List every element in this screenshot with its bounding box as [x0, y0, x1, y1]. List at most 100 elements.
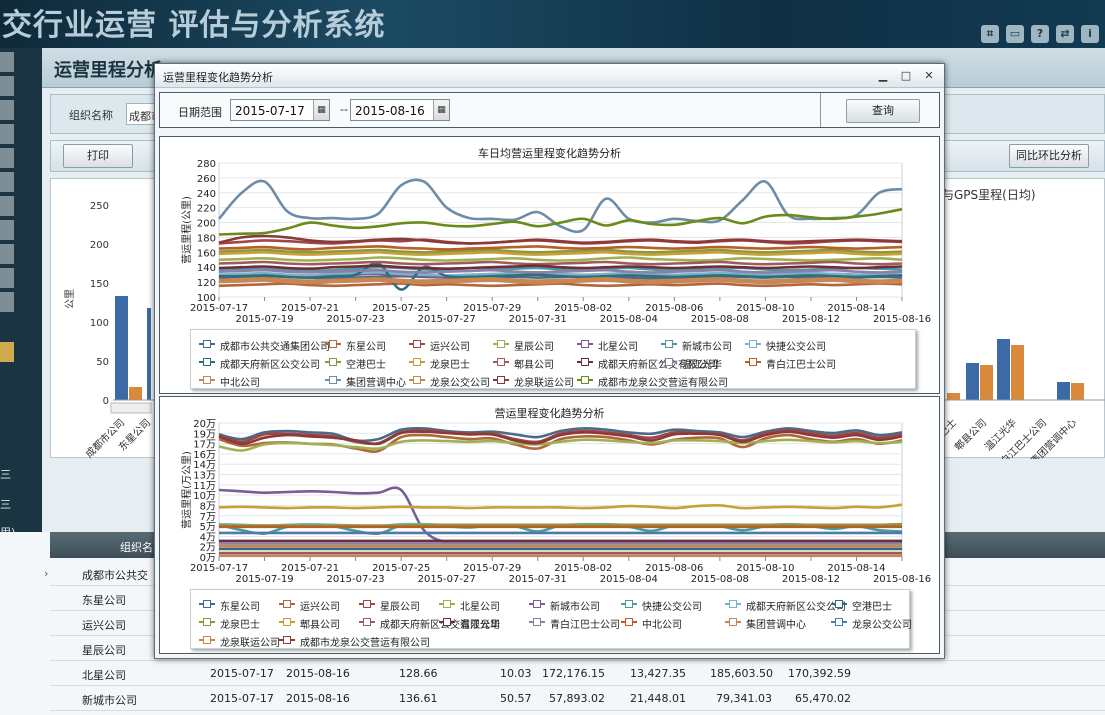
nav-tab[interactable]	[0, 76, 14, 96]
query-button[interactable]: 查询	[846, 99, 920, 123]
x-tick-label: 2015-08-12	[782, 314, 840, 325]
bg-bar	[115, 296, 128, 400]
y-tick-label: 2万	[200, 543, 216, 554]
row-org-name: 星辰公司	[82, 644, 126, 657]
bg-y-tick: 0	[103, 396, 109, 407]
start-date-value: 2015-07-17	[235, 104, 305, 118]
x-tick-label: 2015-08-06	[645, 303, 703, 314]
legend-label: 郫县公司	[514, 360, 554, 371]
bg-y-tick: 50	[96, 357, 109, 368]
legend-label: 龙泉公交公司	[852, 620, 912, 631]
x-tick-label: 2015-07-19	[235, 314, 293, 325]
x-tick-label: 2015-07-21	[281, 303, 339, 314]
x-tick-label: 2015-07-23	[327, 314, 385, 325]
nav-tab[interactable]	[0, 244, 14, 264]
org-filter-label: 组织名称	[69, 109, 113, 122]
query-bar: 日期范围 2015-07-17 ▦ -- 2015-08-16 ▦ 查询	[159, 92, 940, 128]
x-tick-label: 2015-07-31	[509, 314, 567, 325]
legend-swatch	[725, 617, 741, 627]
start-date-input[interactable]: 2015-07-17 ▦	[230, 99, 330, 121]
end-date-input[interactable]: 2015-08-16 ▦	[350, 99, 450, 121]
x-tick-label: 2015-07-17	[190, 303, 248, 314]
nav-tab-active[interactable]	[0, 342, 14, 362]
legend-label: 龙泉公交公司	[430, 378, 490, 389]
y-tick-label: 280	[197, 159, 216, 170]
end-date-value: 2015-08-16	[355, 104, 425, 118]
legend-label: 成都市公共交通集团公司	[220, 342, 330, 353]
x-tick-label: 2015-07-19	[235, 574, 293, 585]
nav-tab[interactable]	[0, 268, 14, 288]
row-value: 170,392.59	[788, 667, 851, 680]
legend-swatch	[577, 375, 593, 385]
y-tick-label: 140	[197, 263, 216, 274]
legend-label: 东星公司	[346, 342, 386, 353]
row-value: 21,448.01	[630, 692, 686, 705]
close-button[interactable]: ✕	[921, 68, 937, 84]
swap-icon[interactable]: ⇄	[1056, 25, 1074, 43]
y-tick-label: 4万	[200, 532, 216, 543]
row-value: 50.57	[500, 692, 532, 705]
y-axis-label: 营运里程(万公里)	[180, 451, 193, 529]
legend-swatch	[621, 599, 637, 609]
x-tick-label: 2015-08-10	[736, 563, 794, 574]
legend-label: 北星公司	[460, 602, 500, 613]
bg-bar	[147, 308, 151, 400]
legend-label: 青白江巴士公司	[766, 360, 836, 371]
x-tick-label: 2015-07-27	[418, 314, 476, 325]
bg-bar	[1057, 382, 1070, 400]
nav-tab[interactable]	[0, 148, 14, 168]
calendar-icon[interactable]: ▦	[313, 100, 329, 120]
legend-swatch	[831, 617, 847, 627]
legend-swatch	[199, 599, 215, 609]
legend-swatch	[621, 617, 637, 627]
y-tick-label: 200	[197, 219, 216, 230]
dialog-title-bar[interactable]: 运营里程变化趋势分析 ▁ □ ✕	[155, 64, 944, 88]
calendar-icon[interactable]: ▦	[433, 100, 449, 120]
nav-tab[interactable]	[0, 196, 14, 216]
legend-label: 空港巴士	[346, 360, 386, 371]
help-icon[interactable]: ?	[1031, 25, 1049, 43]
table-row[interactable]: 北星公司 2015-07-17 2015-08-16 128.66 10.03 …	[50, 662, 1105, 686]
legend-swatch	[325, 375, 341, 385]
legend-label: 中北公司	[642, 620, 682, 631]
bg-chart-scrollbar[interactable]	[110, 402, 152, 414]
nav-tab[interactable]	[0, 292, 14, 312]
table-row[interactable]: 新城市公司 2015-07-17 2015-08-16 136.61 50.57…	[50, 687, 1105, 711]
legend-swatch	[199, 375, 215, 385]
legend-label: 星辰公司	[380, 602, 420, 613]
minimize-button[interactable]: ▁	[875, 68, 891, 84]
legend-label: 快捷公交公司	[766, 342, 826, 353]
bg-bar	[947, 393, 960, 400]
compare-analysis-button[interactable]: 同比环比分析	[1009, 144, 1089, 168]
legend-label: 郫县公司	[300, 620, 340, 631]
crop-icon[interactable]: ⌗	[981, 25, 999, 43]
maximize-button[interactable]: □	[898, 68, 914, 84]
x-tick-label: 2015-08-04	[600, 314, 658, 325]
legend-swatch	[661, 357, 677, 367]
nav-tab[interactable]	[0, 52, 14, 72]
nav-tab[interactable]	[0, 100, 14, 120]
x-tick-label: 2015-07-31	[509, 574, 567, 585]
nav-tab[interactable]	[0, 172, 14, 192]
row-expand-icon[interactable]: ›	[44, 567, 48, 580]
x-tick-label: 2015-08-04	[600, 574, 658, 585]
row-value: 128.66	[399, 667, 438, 680]
page-title: 运营里程分析	[54, 60, 162, 81]
y-tick-label: 16万	[193, 450, 216, 461]
trend-analysis-dialog: 运营里程变化趋势分析 ▁ □ ✕ 日期范围 2015-07-17 ▦ -- 20…	[154, 63, 945, 659]
row-end-date: 2015-08-16	[286, 692, 350, 705]
window-icon[interactable]: ▭	[1006, 25, 1024, 43]
legend-label: 成都市龙泉公交营运有限公司	[598, 378, 728, 389]
row-value: 10.03	[500, 667, 532, 680]
chart-legend: 东星公司 运兴公司 星辰公司 北星公司 新城市公司 快捷公交公司 成都天府新区公交公司 空港巴…	[190, 589, 912, 649]
legend-label: 运兴公司	[300, 602, 340, 613]
print-button[interactable]: 打印	[63, 144, 133, 168]
bg-y-tick: 150	[90, 279, 109, 290]
legend-label: 龙泉巴士	[220, 620, 260, 631]
bg-chart-ylabel: 公里	[64, 289, 76, 309]
info-icon[interactable]: i	[1081, 25, 1099, 43]
row-org-name: 成都市公共交	[82, 569, 148, 582]
y-tick-label: 20万	[193, 419, 216, 430]
nav-tab[interactable]	[0, 220, 14, 240]
nav-tab[interactable]	[0, 124, 14, 144]
